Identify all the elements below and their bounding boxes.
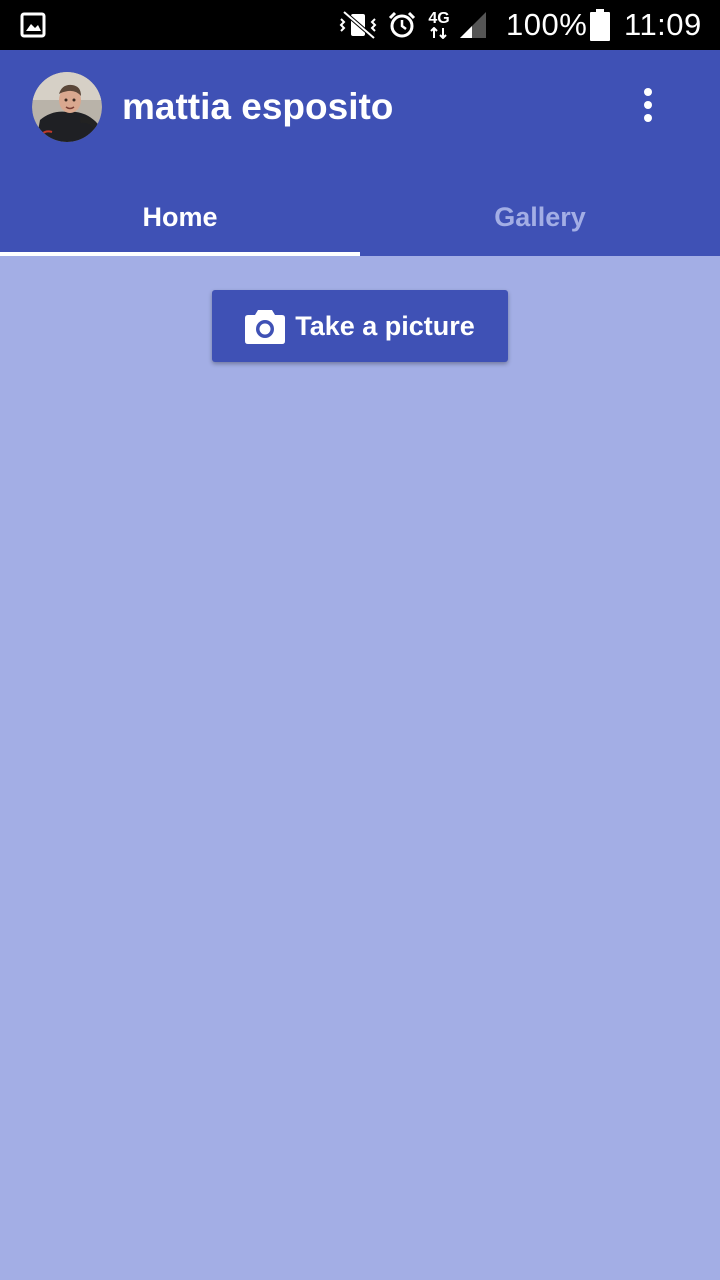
network-type-label: 4G	[428, 10, 450, 27]
alarm-icon	[387, 0, 417, 50]
tab-gallery-label: Gallery	[494, 201, 586, 232]
home-content: Take a picture	[0, 256, 720, 1280]
take-picture-label: Take a picture	[295, 310, 475, 341]
overflow-menu-button[interactable]	[618, 75, 678, 135]
signal-icon	[458, 0, 488, 50]
user-name-title: mattia esposito	[122, 86, 394, 127]
battery-percent: 100%	[506, 7, 588, 42]
battery-icon	[590, 0, 610, 50]
tab-home-label: Home	[142, 201, 218, 232]
clock: 11:09	[624, 7, 702, 42]
network-4g-icon: 4G	[428, 0, 450, 50]
tab-home[interactable]: Home	[0, 178, 360, 256]
tab-bar: Home Gallery	[0, 178, 720, 256]
status-bar: 4G 100% 11:09	[0, 0, 720, 50]
app-bar: mattia esposito Home Gallery	[0, 50, 720, 256]
camera-icon	[245, 310, 286, 344]
more-vert-icon	[644, 88, 652, 122]
take-picture-button[interactable]: Take a picture	[212, 290, 508, 362]
tab-gallery[interactable]: Gallery	[360, 178, 720, 256]
avatar[interactable]	[32, 72, 102, 142]
vibrate-mute-icon	[338, 0, 378, 50]
gallery-notification-icon	[20, 0, 46, 50]
